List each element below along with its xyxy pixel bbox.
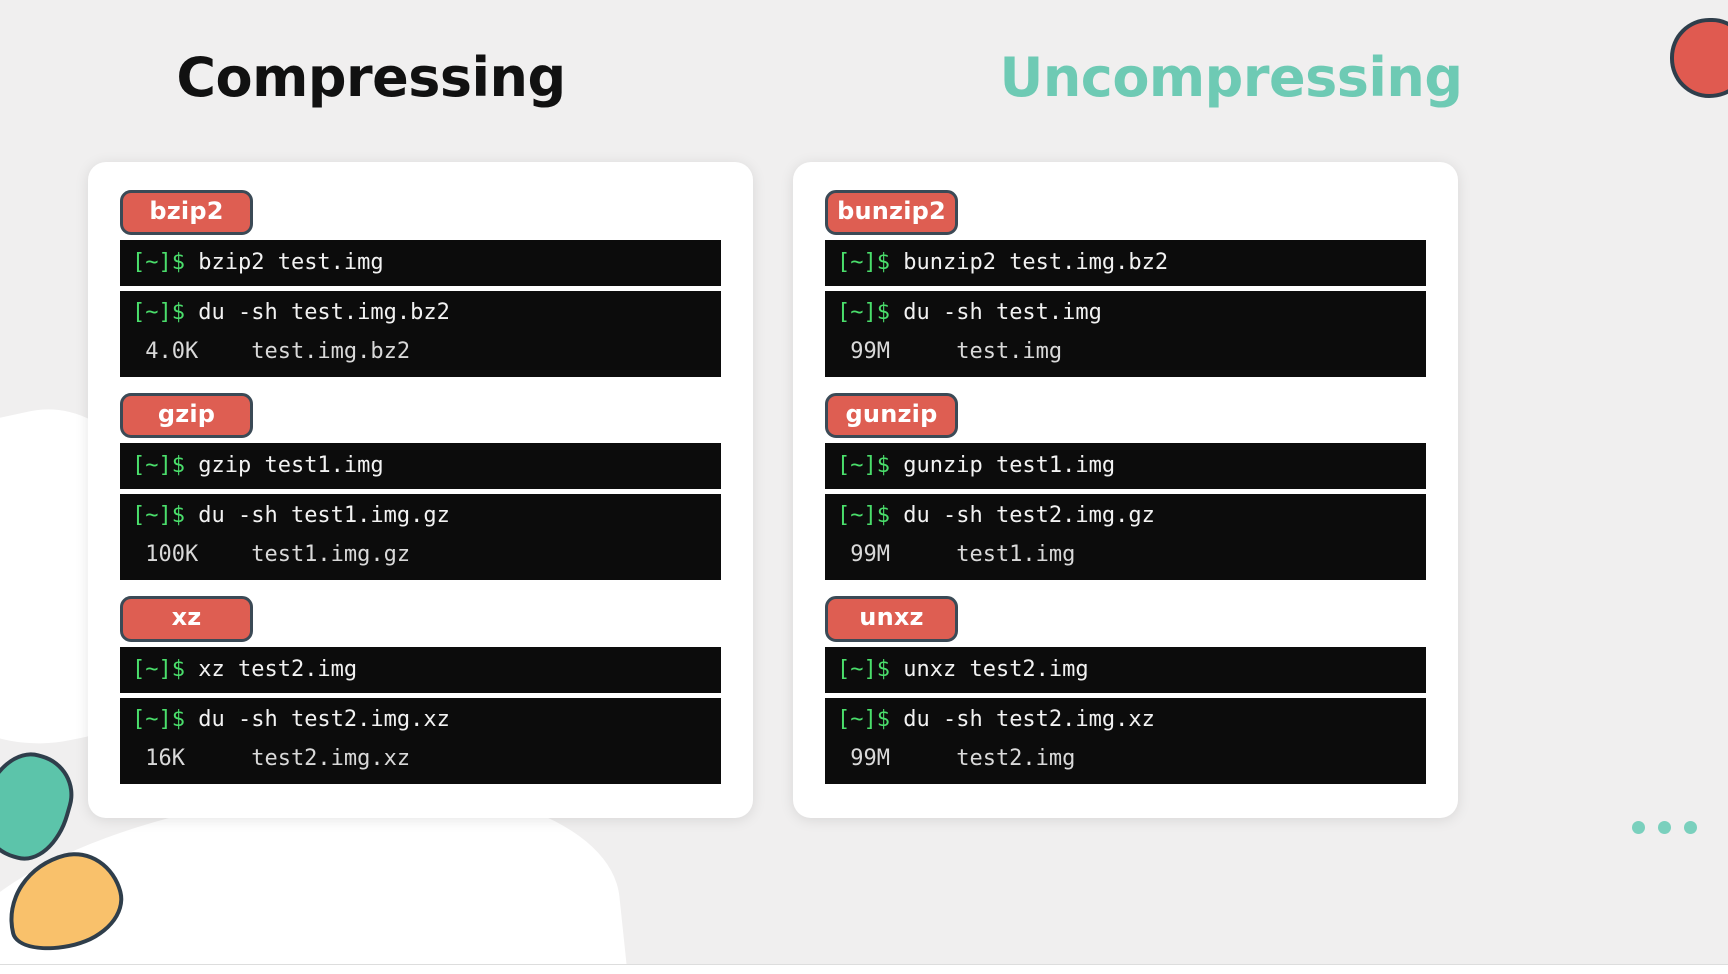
terminal-line: [~]$ du -sh test.img.bz2 [132,302,721,324]
pagination-dot[interactable] [1632,821,1645,834]
shell-prompt: [~]$ [132,706,185,732]
terminal-unxz-command[interactable]: [~]$ unxz test2.img [825,646,1426,693]
shell-prompt: [~]$ [837,250,890,276]
bottom-divider [0,964,1728,974]
cards-row: bzip2 [~]$ bzip2 test.img [~]$ du -sh te… [88,162,1640,818]
shell-output: 16K test2.img.xz [132,745,411,771]
shell-command: du -sh test.img.bz2 [184,300,450,326]
shell-command: gunzip test1.img [889,453,1116,479]
group-bunzip2: bunzip2 [~]$ bunzip2 test.img.bz2 [~]$ d… [825,190,1426,378]
shell-command: unxz test2.img [889,656,1089,682]
decorative-orange-blob [0,842,133,961]
shell-prompt: [~]$ [132,503,185,529]
shell-prompt: [~]$ [132,656,185,682]
group-gunzip: gunzip [~]$ gunzip test1.img [~]$ du -sh… [825,393,1426,581]
pagination-dots[interactable] [1632,821,1697,834]
card-compressing: bzip2 [~]$ bzip2 test.img [~]$ du -sh te… [88,162,753,818]
terminal-gzip-du[interactable]: [~]$ du -sh test1.img.gz 100K test1.img.… [120,494,721,581]
page-title-uncompressing: Uncompressing [999,46,1463,109]
badge-bzip2[interactable]: bzip2 [120,190,253,236]
shell-output: 99M test2.img [837,745,1076,771]
terminal-unxz-du[interactable]: [~]$ du -sh test2.img.xz 99M test2.img [825,697,1426,784]
shell-output: 99M test.img [837,339,1063,365]
shell-command: gzip test1.img [184,453,384,479]
terminal-line: [~]$ du -sh test2.img.gz [837,505,1426,527]
terminal-bzip2-command[interactable]: [~]$ bzip2 test.img [120,240,721,287]
shell-command: xz test2.img [184,656,358,682]
terminal-bunzip2-du[interactable]: [~]$ du -sh test.img 99M test.img [825,291,1426,378]
pagination-dot[interactable] [1684,821,1697,834]
shell-command: bzip2 test.img [184,250,384,276]
terminal-xz-du[interactable]: [~]$ du -sh test2.img.xz 16K test2.img.x… [120,697,721,784]
badge-unxz[interactable]: unxz [825,596,958,642]
badge-xz[interactable]: xz [120,596,253,642]
terminal-line: [~]$ bunzip2 test.img.bz2 [837,252,1426,274]
group-xz: xz [~]$ xz test2.img [~]$ du -sh test2.i… [120,596,721,784]
terminal-line: [~]$ du -sh test2.img.xz [132,706,721,732]
slide-root: Compressing Uncompressing bzip2 [~]$ bzi… [0,0,1728,974]
shell-command: du -sh test2.img.xz [184,706,450,732]
shell-prompt: [~]$ [837,503,890,529]
shell-prompt: [~]$ [837,453,890,479]
shell-prompt: [~]$ [837,656,890,682]
shell-output: 100K test1.img.gz [132,542,411,568]
terminal-bzip2-du[interactable]: [~]$ du -sh test.img.bz2 4.0K test.img.b… [120,291,721,378]
terminal-gzip-command[interactable]: [~]$ gzip test1.img [120,443,721,490]
terminal-line: [~]$ gzip test1.img [132,455,721,477]
shell-command: bunzip2 test.img.bz2 [889,250,1169,276]
page-title-compressing: Compressing [176,46,566,109]
shell-command: du -sh test2.img.xz [889,706,1155,732]
terminal-xz-command[interactable]: [~]$ xz test2.img [120,646,721,693]
shell-prompt: [~]$ [132,250,185,276]
heading-col-uncompressing: Uncompressing [860,46,1728,109]
terminal-line: [~]$ xz test2.img [132,656,721,682]
shell-output: 4.0K test.img.bz2 [132,339,411,365]
terminal-line: [~]$ du -sh test.img [837,302,1426,324]
card-uncompressing: bunzip2 [~]$ bunzip2 test.img.bz2 [~]$ d… [793,162,1458,818]
shell-prompt: [~]$ [132,300,185,326]
terminal-line: [~]$ unxz test2.img [837,656,1426,682]
heading-col-compressing: Compressing [0,46,860,109]
terminal-line: [~]$ gunzip test1.img [837,455,1426,477]
terminal-bunzip2-command[interactable]: [~]$ bunzip2 test.img.bz2 [825,240,1426,287]
headings-row: Compressing Uncompressing [0,46,1728,109]
terminal-line: [~]$ bzip2 test.img [132,252,721,274]
badge-gunzip[interactable]: gunzip [825,393,958,439]
shell-output: 99M test1.img [837,542,1076,568]
shell-command: du -sh test2.img.gz [889,503,1155,529]
terminal-line: [~]$ du -sh test2.img.xz [837,706,1426,732]
pagination-dot[interactable] [1658,821,1671,834]
badge-bunzip2[interactable]: bunzip2 [825,190,958,236]
shell-prompt: [~]$ [132,453,185,479]
group-unxz: unxz [~]$ unxz test2.img [~]$ du -sh tes… [825,596,1426,784]
shell-prompt: [~]$ [837,706,890,732]
group-bzip2: bzip2 [~]$ bzip2 test.img [~]$ du -sh te… [120,190,721,378]
terminal-line: [~]$ du -sh test1.img.gz [132,505,721,527]
terminal-gunzip-du[interactable]: [~]$ du -sh test2.img.gz 99M test1.img [825,494,1426,581]
decorative-teal-blob [0,741,84,871]
terminal-gunzip-command[interactable]: [~]$ gunzip test1.img [825,443,1426,490]
shell-prompt: [~]$ [837,300,890,326]
badge-gzip[interactable]: gzip [120,393,253,439]
shell-command: du -sh test1.img.gz [184,503,450,529]
shell-command: du -sh test.img [889,300,1102,326]
group-gzip: gzip [~]$ gzip test1.img [~]$ du -sh tes… [120,393,721,581]
